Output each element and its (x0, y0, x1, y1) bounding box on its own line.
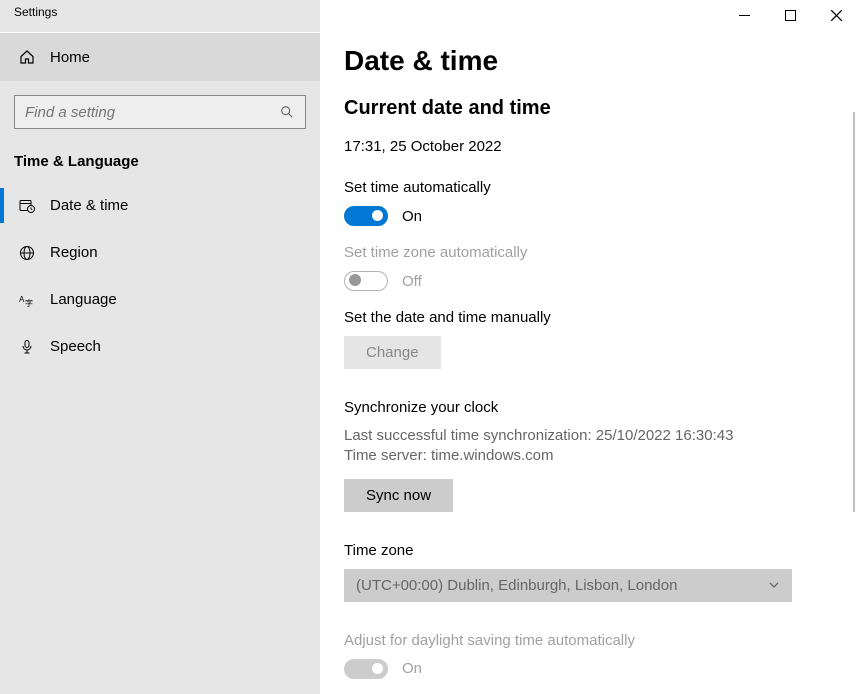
sidebar-item-region[interactable]: Region (0, 229, 320, 276)
search-input[interactable] (14, 95, 306, 129)
label-set-manual: Set the date and time manually (344, 309, 835, 326)
toggle-set-time-auto-text: On (402, 208, 422, 225)
sidebar-item-label: Date & time (50, 197, 128, 214)
nav-home-label: Home (50, 49, 90, 66)
change-button: Change (344, 336, 441, 369)
sync-now-button[interactable]: Sync now (344, 479, 453, 512)
sidebar-item-label: Region (50, 244, 98, 261)
toggle-set-tz-auto-text: Off (402, 273, 422, 290)
maximize-button[interactable] (767, 0, 813, 30)
sidebar-item-language[interactable]: A字 Language (0, 276, 320, 323)
toggle-dst (344, 659, 388, 679)
minimize-button[interactable] (721, 0, 767, 30)
label-set-time-auto: Set time automatically (344, 179, 835, 196)
current-date-time-value: 17:31, 25 October 2022 (344, 138, 835, 155)
subheading-current: Current date and time (344, 97, 835, 120)
sidebar-nav: Date & time Region A字 Language Speech (0, 178, 320, 370)
scrollbar[interactable] (853, 112, 855, 512)
section-heading: Time & Language (0, 129, 320, 178)
toggle-dst-text: On (402, 660, 422, 677)
sync-last-line: Last successful time synchronization: 25… (344, 426, 835, 446)
main-panel: Date & time Current date and time 17:31,… (320, 0, 859, 694)
toggle-set-tz-auto (344, 271, 388, 291)
sidebar-item-label: Speech (50, 338, 101, 355)
language-icon: A字 (18, 292, 36, 308)
search-field[interactable] (25, 104, 279, 121)
calendar-clock-icon (18, 198, 36, 214)
nav-home[interactable]: Home (0, 32, 320, 81)
sidebar-item-speech[interactable]: Speech (0, 323, 320, 370)
sidebar-item-label: Language (50, 291, 117, 308)
chevron-down-icon (768, 579, 780, 591)
microphone-icon (18, 339, 36, 355)
label-set-tz-auto: Set time zone automatically (344, 244, 835, 261)
label-dst: Adjust for daylight saving time automati… (344, 632, 835, 649)
toggle-set-time-auto[interactable] (344, 206, 388, 226)
window-title: Settings (0, 0, 320, 32)
globe-icon (18, 245, 36, 261)
sidebar: Settings Home Time & Language Date & tim… (0, 0, 320, 694)
sync-server-line: Time server: time.windows.com (344, 446, 835, 466)
timezone-selected-value: (UTC+00:00) Dublin, Edinburgh, Lisbon, L… (356, 577, 677, 594)
search-icon (279, 105, 295, 119)
home-icon (18, 49, 36, 65)
label-timezone: Time zone (344, 542, 835, 559)
timezone-select[interactable]: (UTC+00:00) Dublin, Edinburgh, Lisbon, L… (344, 569, 792, 602)
svg-text:字: 字 (25, 298, 33, 308)
sidebar-item-date-time[interactable]: Date & time (0, 182, 320, 229)
close-button[interactable] (813, 0, 859, 30)
page-title: Date & time (344, 45, 835, 77)
label-sync: Synchronize your clock (344, 399, 835, 416)
